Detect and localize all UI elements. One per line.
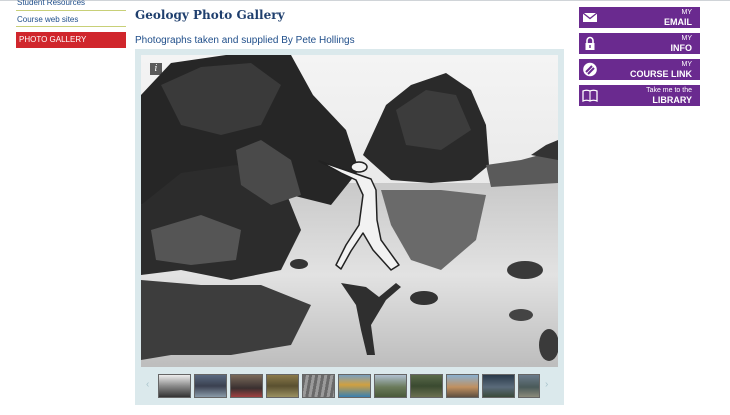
info-icon[interactable]: i (150, 63, 162, 75)
main-photo[interactable]: i (141, 55, 558, 367)
my-email-button[interactable]: MY EMAIL (579, 7, 700, 28)
course-link-icon (583, 62, 597, 77)
thumbnail[interactable] (374, 374, 407, 398)
thumbnail[interactable] (230, 374, 263, 398)
left-nav: Student Resources Course web sites PHOTO… (16, 0, 126, 48)
thumbnail[interactable] (518, 374, 540, 398)
page-title: Geology Photo Gallery (135, 8, 285, 22)
envelope-icon (582, 12, 598, 22)
lock-icon (585, 36, 595, 50)
thumbnail[interactable] (266, 374, 299, 398)
gallery-subtitle: Photographs taken and supplied By Pete H… (135, 35, 355, 46)
nav-item-photo-gallery[interactable]: PHOTO GALLERY (16, 32, 126, 48)
thumbnail[interactable] (302, 374, 335, 398)
nav-item-course-web-sites[interactable]: Course web sites (16, 13, 126, 27)
thumbnail[interactable] (194, 374, 227, 398)
nav-item-student-resources[interactable]: Student Resources (16, 0, 126, 11)
thumb-next-arrow-icon[interactable]: › (545, 379, 548, 390)
library-button[interactable]: Take me to the LIBRARY (579, 85, 700, 106)
my-info-button[interactable]: MY INFO (579, 33, 700, 54)
photo-gallery: i ‹ › (135, 49, 564, 405)
my-course-link-button[interactable]: MY COURSE LINK (579, 59, 700, 80)
thumbnail[interactable] (446, 374, 479, 398)
thumbnail[interactable] (410, 374, 443, 398)
book-icon (582, 89, 598, 102)
main-photo-image (141, 55, 558, 367)
thumbnail[interactable] (482, 374, 515, 398)
thumbnail-strip: ‹ › (146, 373, 549, 400)
thumbnail[interactable] (338, 374, 371, 398)
thumbnail[interactable] (158, 374, 191, 398)
thumb-prev-arrow-icon[interactable]: ‹ (146, 379, 149, 390)
